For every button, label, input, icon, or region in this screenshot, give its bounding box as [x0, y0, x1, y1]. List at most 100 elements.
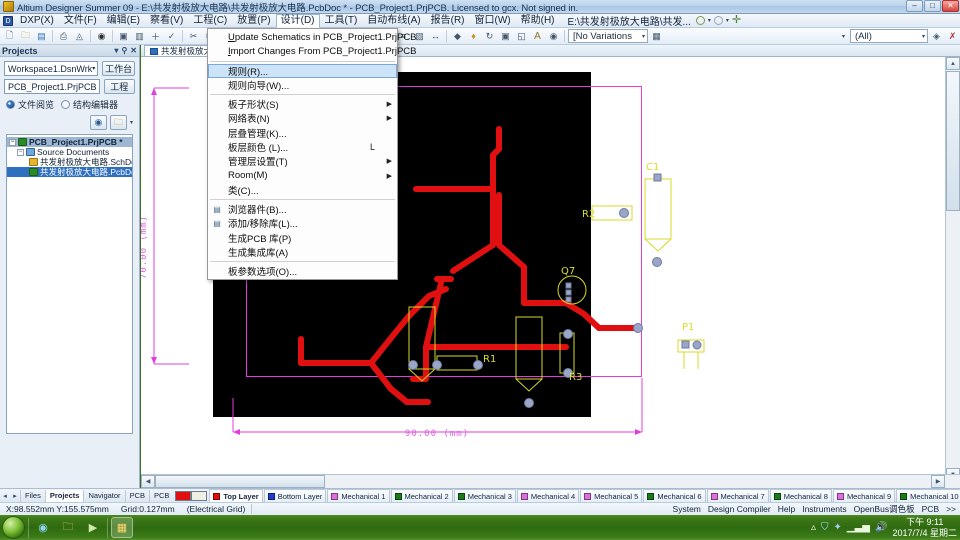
layer-tab-mechanical-2[interactable]: Mechanical 2 [390, 489, 453, 502]
status-openbus[interactable]: OpenBus调色板 [854, 503, 915, 515]
layers-chevron-icon[interactable]: ▾ [842, 33, 845, 40]
back-nav-icon[interactable] [713, 16, 723, 25]
design-menu-item-15[interactable]: ▤ 添加/移除库(L)... [208, 216, 397, 231]
workspace-dropdown[interactable]: Workspace1.DsnWrk ▾ [4, 61, 99, 76]
drc-icon[interactable]: ◆ [450, 29, 465, 44]
layer-tab-mechanical-9[interactable]: Mechanical 9 [832, 489, 896, 502]
panel-tab-navigator[interactable]: Navigator [83, 489, 124, 502]
horizontal-scroll-thumb[interactable] [155, 475, 325, 488]
project-button[interactable]: 工程 [103, 79, 135, 94]
menu-view[interactable]: 察看(V) [145, 14, 188, 28]
design-menu-item-8[interactable]: 层叠管理(K)... [208, 125, 397, 140]
cut-icon[interactable]: ✂ [186, 29, 201, 44]
design-menu-item-0[interactable]: Update Schematics in PCB_Project1.PrjPCB [208, 30, 417, 44]
taskbar-clock[interactable]: 下午 9:11 2017/7/4 星期二 [892, 517, 957, 539]
radio-struct-editor[interactable] [61, 100, 71, 109]
tab-scroll-right-icon[interactable]: ▸ [10, 492, 20, 500]
scroll-left-button[interactable]: ◀ [141, 475, 155, 488]
menu-place[interactable]: 放置(P) [232, 14, 275, 28]
tray-bluetooth-icon[interactable]: ✦ [834, 522, 842, 533]
menu-dxp[interactable]: DXP(X) [15, 14, 59, 28]
status-design-compiler[interactable]: Design Compiler [708, 504, 771, 514]
panel-tab-pcb[interactable]: PCB [124, 489, 149, 502]
design-menu-item-3[interactable]: 规则(R)... [208, 63, 397, 78]
rules-icon[interactable]: ♦ [466, 29, 481, 44]
zoom-in-icon[interactable]: ＋ [148, 29, 163, 44]
scroll-up-button[interactable]: ▲ [946, 57, 960, 70]
layer-tab-mechanical-4[interactable]: Mechanical 4 [516, 489, 580, 502]
variant-manager-icon[interactable]: ▦ [649, 29, 664, 44]
refresh-icon[interactable]: ↻ [482, 29, 497, 44]
close-panel-icon[interactable]: ✕ [130, 46, 137, 55]
print-icon[interactable]: ⎙ [56, 29, 71, 44]
panel-globe-icon[interactable]: ◉ [89, 115, 107, 130]
menu-reports[interactable]: 报告(R) [426, 14, 470, 28]
layer-tab-mechanical-8[interactable]: Mechanical 8 [769, 489, 832, 502]
tray-arrow-icon[interactable]: ▵ [811, 522, 816, 533]
layer-tab-mechanical-5[interactable]: Mechanical 5 [580, 489, 643, 502]
variations-dropdown[interactable]: [No Variations ▾ [568, 29, 648, 43]
tray-volume-icon[interactable]: 🔊 [875, 522, 887, 533]
panel-tab-files[interactable]: Files [20, 489, 45, 502]
mask-level-icon[interactable]: ◈ [929, 29, 944, 44]
3d-view-icon[interactable]: ◱ [514, 29, 529, 44]
dimension-icon[interactable]: ↔ [428, 29, 443, 44]
expand-icon-source[interactable]: − [17, 148, 24, 156]
layer-filter-dropdown[interactable]: (All) ▾ [850, 29, 928, 43]
menu-tools[interactable]: 工具(T) [320, 14, 363, 28]
panel-folder-icon[interactable]: 🗀 [109, 115, 127, 130]
menu-design[interactable]: 设计(D) [275, 13, 320, 28]
minimize-button[interactable]: – [906, 0, 923, 12]
expand-icon-project[interactable]: − [9, 138, 16, 146]
layer-tab-mechanical-7[interactable]: Mechanical 7 [706, 489, 769, 502]
workspace-button[interactable]: 工作台 [102, 61, 135, 76]
design-menu-item-12[interactable]: 类(C)... [208, 183, 397, 197]
maximize-button[interactable]: □ [924, 0, 941, 12]
design-menu-item-14[interactable]: ▤ 浏览器件(B)... [208, 202, 397, 217]
scroll-right-button[interactable]: ▶ [931, 475, 945, 488]
quicklaunch-ie-icon[interactable]: ◉ [32, 517, 54, 538]
status-more[interactable]: >> [946, 504, 956, 514]
menu-window[interactable]: 窗口(W) [470, 14, 516, 28]
menu-autoroute[interactable]: 自动布线(A) [362, 14, 425, 28]
vertical-scroll-thumb[interactable] [946, 71, 960, 211]
design-menu-item-16[interactable]: 生成PCB 库(P) [208, 231, 397, 245]
project-tree[interactable]: − PCB_Project1.PrjPCB * − Source Documen… [6, 134, 133, 434]
tree-node-pcb-doc[interactable]: 共发射极放大电路.PcbDo [7, 167, 132, 177]
zoom-selected-icon[interactable]: ▥ [132, 29, 147, 44]
design-menu-item-1[interactable]: Import Changes From PCB_Project1.PrjPCB [208, 44, 416, 58]
panel-tab-pcb-2[interactable]: PCB [148, 489, 173, 502]
tray-shield-icon[interactable]: ⛉ [821, 522, 829, 533]
layer-tab-bottom-layer[interactable]: Bottom Layer [263, 489, 327, 502]
design-menu-item-17[interactable]: 生成集成库(A) [208, 245, 397, 259]
open-folder-icon[interactable]: 🗀 [18, 29, 33, 44]
menu-project[interactable]: 工程(C) [188, 14, 232, 28]
print-preview-icon[interactable]: ◬ [72, 29, 87, 44]
tree-node-project[interactable]: − PCB_Project1.PrjPCB * [7, 137, 132, 147]
new-document-icon[interactable]: 🗋 [2, 29, 17, 44]
clear-filter-icon[interactable]: ✗ [945, 29, 960, 44]
layer-tab-mechanical-1[interactable]: Mechanical 1 [327, 489, 390, 502]
tray-network-icon[interactable]: ▁▃▅ [847, 522, 870, 533]
quicklaunch-explorer-icon[interactable]: 🗀 [57, 517, 79, 538]
design-menu-dropdown[interactable]: Update Schematics in PCB_Project1.PrjPCB… [207, 28, 417, 281]
project-field[interactable]: PCB_Project1.PrjPCB [4, 79, 100, 94]
status-instruments[interactable]: Instruments [802, 504, 846, 514]
taskbar-app-altium[interactable]: ▦ [111, 517, 133, 538]
design-menu-item-10[interactable]: 管理层设置(T) ▶ [208, 154, 397, 168]
chevron-down-icon-panel[interactable]: ▾ [114, 46, 118, 55]
text-tool-icon[interactable]: A [530, 29, 545, 44]
active-layer-color-swatch[interactable] [175, 490, 192, 501]
vertical-scrollbar[interactable]: ▲ ▼ [945, 57, 960, 481]
menu-edit[interactable]: 编辑(E) [102, 14, 145, 28]
design-menu-item-11[interactable]: Room(M) ▶ [208, 168, 397, 182]
panel-chevron-icon[interactable]: ▾ [130, 119, 133, 126]
design-menu-item-19[interactable]: 板参数选项(O)... [208, 264, 397, 278]
board-view-icon[interactable]: ▣ [498, 29, 513, 44]
save-icon[interactable]: ▤ [34, 29, 49, 44]
zoom-area-icon[interactable]: ◉ [94, 29, 109, 44]
zoom-out-icon[interactable]: ✓ [164, 29, 179, 44]
horizontal-scrollbar[interactable]: ◀ ▶ [141, 474, 960, 488]
design-menu-item-7[interactable]: 网络表(N) ▶ [208, 111, 397, 125]
home-icon[interactable]: ✛ [732, 15, 741, 26]
